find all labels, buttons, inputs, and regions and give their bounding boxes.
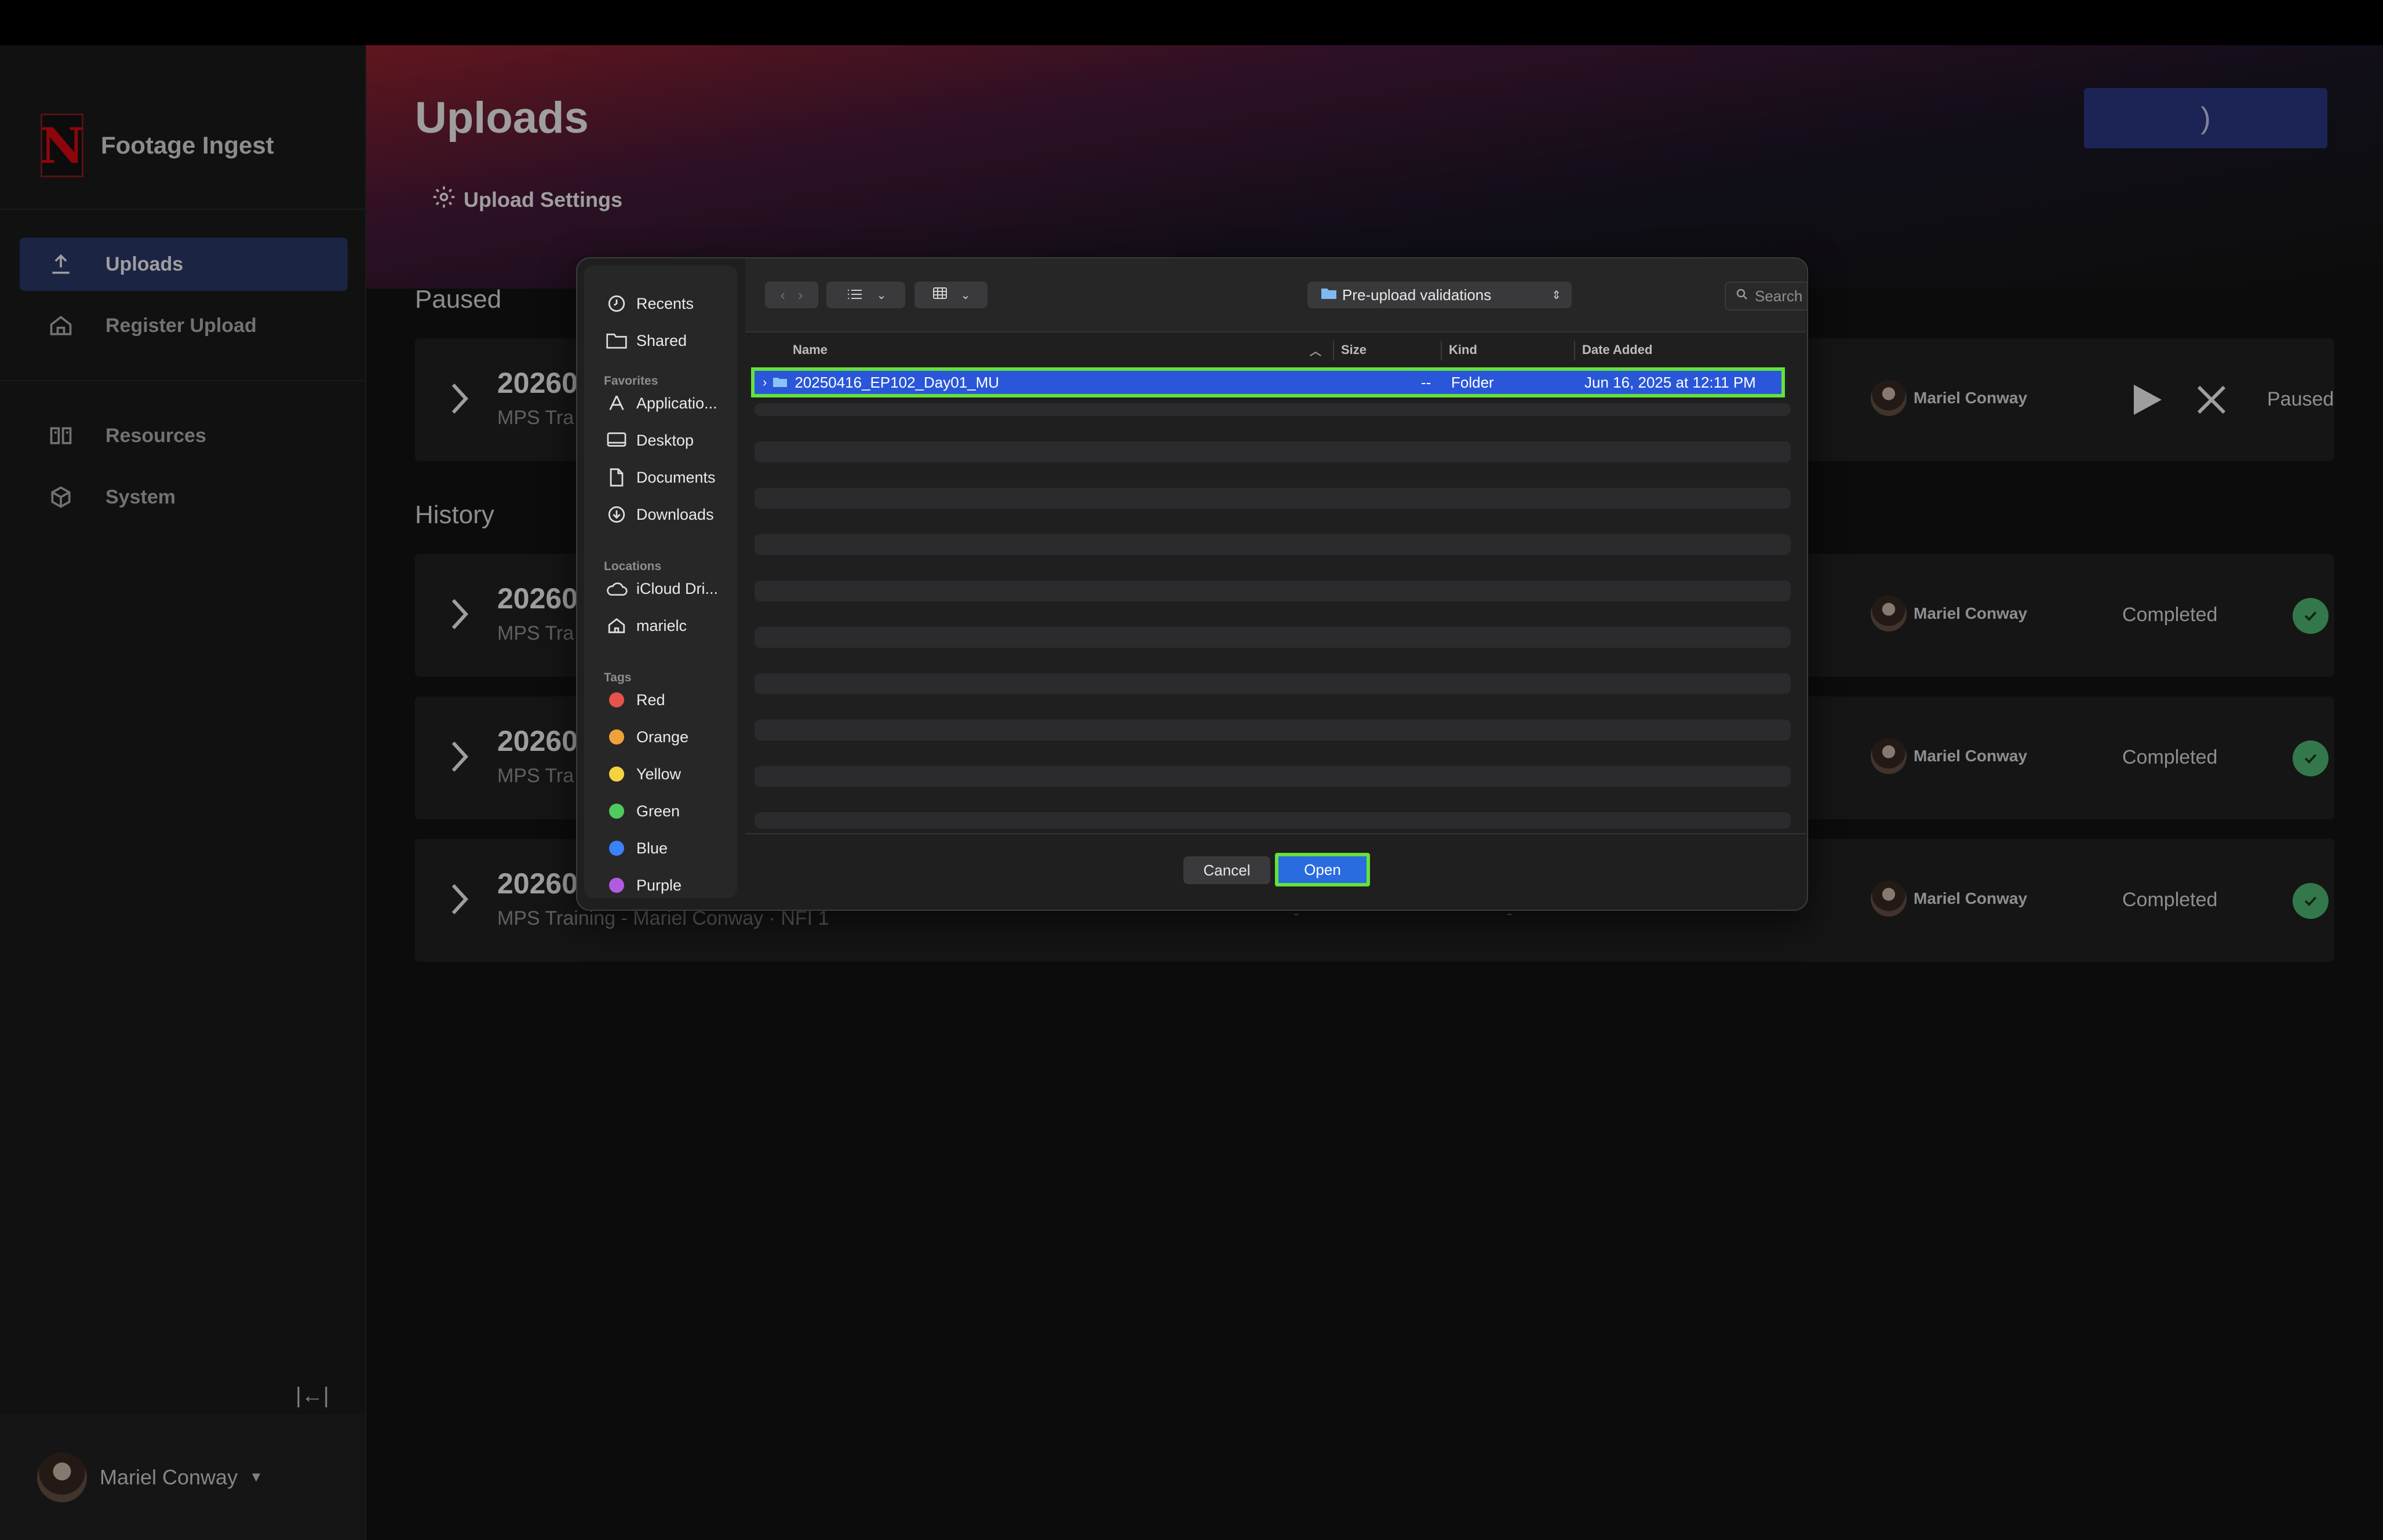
cloud-icon xyxy=(604,581,629,597)
column-name-header[interactable]: Name xyxy=(793,342,828,357)
tag-label: Red xyxy=(636,691,665,709)
favorites-heading: Favorites xyxy=(604,374,658,388)
chevron-down-icon: ⌄ xyxy=(960,289,971,302)
path-dropdown[interactable]: Pre-upload validations ⇕ xyxy=(1307,282,1572,308)
dialog-sidebar: Recents Shared Favorites Applicatio... D… xyxy=(584,265,737,898)
empty-row xyxy=(755,627,1791,648)
column-size-header[interactable]: Size xyxy=(1341,342,1367,357)
empty-row xyxy=(755,766,1791,787)
sidebar-item-label: Applicatio... xyxy=(636,394,717,412)
tag-dot-icon xyxy=(609,841,624,856)
open-button[interactable]: Open xyxy=(1275,853,1370,886)
file-date: Jun 16, 2025 at 12:11 PM xyxy=(1584,373,1756,391)
tag-dot-icon xyxy=(609,692,624,707)
empty-row xyxy=(755,441,1791,462)
dialog-toolbar: ‹ › ⌄ ⌄ Pre-upload validations ⇕ Search xyxy=(745,258,1807,333)
shared-folder-icon xyxy=(604,332,629,349)
folder-icon xyxy=(1320,286,1338,304)
tag-orange[interactable]: Orange xyxy=(604,724,688,750)
sidebar-item-label: Recents xyxy=(636,294,694,312)
clock-icon xyxy=(604,294,629,313)
sidebar-item-label: Documents xyxy=(636,468,716,486)
search-placeholder: Search xyxy=(1755,287,1803,305)
group-view-button[interactable]: ⌄ xyxy=(914,282,988,308)
sidebar-item-label: Downloads xyxy=(636,505,714,523)
tag-dot-icon xyxy=(609,878,624,893)
tag-label: Green xyxy=(636,802,680,820)
sort-ascending-icon: ︿ xyxy=(1310,345,1321,358)
tag-red[interactable]: Red xyxy=(604,687,665,713)
sidebar-item-documents[interactable]: Documents xyxy=(604,465,716,490)
chevron-down-icon: ⌄ xyxy=(876,289,887,302)
sidebar-item-icloud[interactable]: iCloud Dri... xyxy=(604,576,718,601)
sidebar-item-label: Shared xyxy=(636,331,687,349)
tags-heading: Tags xyxy=(604,671,632,684)
back-forward-buttons[interactable]: ‹ › xyxy=(765,282,818,308)
list-view-icon xyxy=(846,286,863,304)
file-name: 20250416_EP102_Day01_MU xyxy=(795,373,1000,391)
list-view-button[interactable]: ⌄ xyxy=(826,282,905,308)
column-date-header[interactable]: Date Added xyxy=(1582,342,1652,357)
tag-label: Orange xyxy=(636,728,689,746)
path-label: Pre-upload validations xyxy=(1342,286,1492,304)
sidebar-item-desktop[interactable]: Desktop xyxy=(604,428,694,453)
home-icon xyxy=(604,616,629,636)
column-separator xyxy=(1333,341,1334,360)
updown-chevron-icon: ⇕ xyxy=(1551,289,1561,302)
tag-label: Blue xyxy=(636,839,668,857)
file-open-dialog: Recents Shared Favorites Applicatio... D… xyxy=(576,257,1808,911)
column-kind-header[interactable]: Kind xyxy=(1449,342,1477,357)
empty-row xyxy=(755,488,1791,509)
tag-purple[interactable]: Purple xyxy=(604,873,682,898)
grid-view-icon xyxy=(932,286,948,304)
empty-row xyxy=(755,812,1791,829)
tag-dot-icon xyxy=(609,729,624,745)
empty-row xyxy=(755,581,1791,601)
empty-row xyxy=(755,720,1791,740)
column-separator xyxy=(1574,341,1575,360)
sidebar-item-applications[interactable]: Applicatio... xyxy=(604,391,717,416)
tag-blue[interactable]: Blue xyxy=(604,835,668,861)
search-field[interactable]: Search xyxy=(1725,282,1807,311)
document-icon xyxy=(604,468,629,487)
sidebar-item-recents[interactable]: Recents xyxy=(604,291,694,316)
desktop-icon xyxy=(604,432,629,449)
sidebar-item-shared[interactable]: Shared xyxy=(604,328,687,353)
tag-dot-icon xyxy=(609,767,624,782)
tag-dot-icon xyxy=(609,804,624,819)
disclosure-chevron-icon[interactable]: › xyxy=(763,375,767,390)
sidebar-item-downloads[interactable]: Downloads xyxy=(604,502,714,527)
empty-row xyxy=(755,673,1791,694)
file-row-selected[interactable]: › 20250416_EP102_Day01_MU -- Folder Jun … xyxy=(751,367,1785,397)
empty-row xyxy=(755,403,1791,416)
tag-label: Yellow xyxy=(636,765,682,783)
sidebar-item-label: iCloud Dri... xyxy=(636,579,719,597)
file-size: -- xyxy=(1421,373,1431,391)
column-separator xyxy=(1441,341,1442,360)
applications-icon xyxy=(604,393,629,413)
locations-heading: Locations xyxy=(604,560,662,573)
dialog-footer: Cancel Open xyxy=(745,833,1806,910)
column-header: Name ︿ Size Kind Date Added xyxy=(745,333,1806,367)
sidebar-item-home[interactable]: marielc xyxy=(604,613,687,638)
tag-label: Purple xyxy=(636,876,682,894)
download-icon xyxy=(604,505,629,524)
empty-row xyxy=(755,534,1791,555)
folder-icon xyxy=(773,374,788,392)
cancel-button[interactable]: Cancel xyxy=(1183,856,1270,884)
tag-green[interactable]: Green xyxy=(604,798,680,824)
search-icon xyxy=(1735,287,1749,305)
sidebar-item-label: marielc xyxy=(636,616,687,634)
file-kind: Folder xyxy=(1451,373,1494,391)
sidebar-item-label: Desktop xyxy=(636,431,694,449)
tag-yellow[interactable]: Yellow xyxy=(604,761,681,787)
